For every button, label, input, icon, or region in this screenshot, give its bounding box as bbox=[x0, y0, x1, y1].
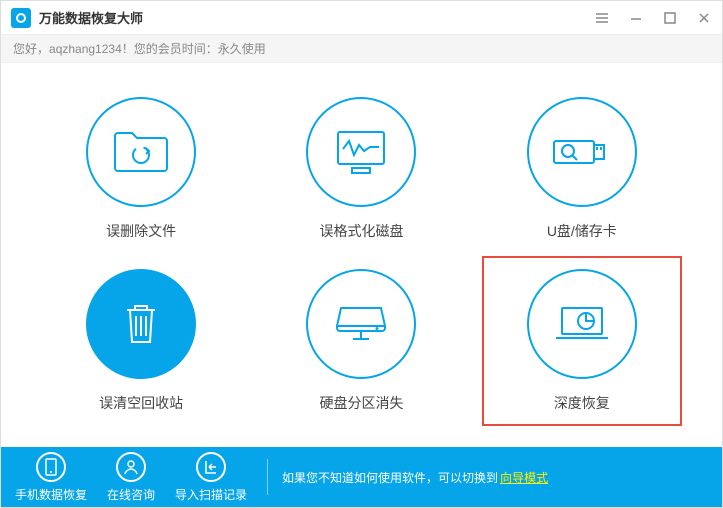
drive-icon bbox=[306, 269, 416, 379]
option-deep-recovery[interactable]: 深度恢复 bbox=[482, 256, 682, 426]
maximize-button[interactable] bbox=[662, 10, 678, 26]
wizard-mode-link[interactable]: 向导模式 bbox=[500, 469, 548, 486]
option-usb-sd[interactable]: U盘/储存卡 bbox=[482, 84, 682, 254]
option-label: 误格式化磁盘 bbox=[319, 221, 403, 241]
greeting-username: aqzhang1234 bbox=[49, 42, 122, 56]
app-logo bbox=[11, 8, 31, 28]
footer-divider bbox=[267, 459, 268, 495]
footer-phone-recovery[interactable]: 手机数据恢复 bbox=[15, 452, 87, 503]
option-label: 硬盘分区消失 bbox=[319, 393, 403, 413]
footer-label: 手机数据恢复 bbox=[15, 486, 87, 503]
app-window: 万能数据恢复大师 您好， aqzhang1234 ！您的会员时间： 永久使用 bbox=[0, 0, 723, 508]
footer-import-scan[interactable]: 导入扫描记录 bbox=[175, 452, 247, 503]
app-title: 万能数据恢复大师 bbox=[39, 8, 143, 27]
close-button[interactable] bbox=[696, 10, 712, 26]
trash-icon bbox=[86, 269, 196, 379]
option-recycle-bin[interactable]: 误清空回收站 bbox=[41, 256, 241, 426]
import-icon bbox=[196, 452, 226, 482]
option-deleted-files[interactable]: 误删除文件 bbox=[41, 84, 241, 254]
usb-search-icon bbox=[527, 97, 637, 207]
footer-online-chat[interactable]: 在线咨询 bbox=[107, 452, 155, 503]
footer-label: 在线咨询 bbox=[107, 486, 155, 503]
user-icon bbox=[116, 452, 146, 482]
greeting-prefix: 您好， bbox=[13, 40, 49, 57]
option-formatted-disk[interactable]: 误格式化磁盘 bbox=[261, 84, 461, 254]
menu-button[interactable] bbox=[594, 10, 610, 26]
footer-label: 导入扫描记录 bbox=[175, 486, 247, 503]
option-label: 误删除文件 bbox=[106, 221, 176, 241]
option-label: 误清空回收站 bbox=[99, 393, 183, 413]
greeting-bar: 您好， aqzhang1234 ！您的会员时间： 永久使用 bbox=[1, 35, 722, 63]
folder-refresh-icon bbox=[86, 97, 196, 207]
footer-hint-text: 如果您不知道如何使用软件，可以切换到 bbox=[282, 469, 498, 486]
monitor-wave-icon bbox=[306, 97, 416, 207]
window-controls bbox=[594, 10, 712, 26]
phone-icon bbox=[36, 452, 66, 482]
minimize-button[interactable] bbox=[628, 10, 644, 26]
footer-hint: 如果您不知道如何使用软件，可以切换到 向导模式 bbox=[282, 469, 548, 486]
option-label: 深度恢复 bbox=[554, 393, 610, 413]
main-options-grid: 误删除文件 误格式化磁盘 bbox=[1, 63, 722, 447]
option-label: U盘/储存卡 bbox=[547, 221, 617, 241]
greeting-suffix: ！您的会员时间： bbox=[122, 40, 218, 57]
option-partition-lost[interactable]: 硬盘分区消失 bbox=[261, 256, 461, 426]
footer-bar: 手机数据恢复 在线咨询 导入扫描记录 如果您不知道如何使用软件，可以切换到 向导… bbox=[1, 447, 722, 507]
laptop-scan-icon bbox=[527, 269, 637, 379]
greeting-status: 永久使用 bbox=[218, 40, 266, 57]
titlebar: 万能数据恢复大师 bbox=[1, 1, 722, 35]
